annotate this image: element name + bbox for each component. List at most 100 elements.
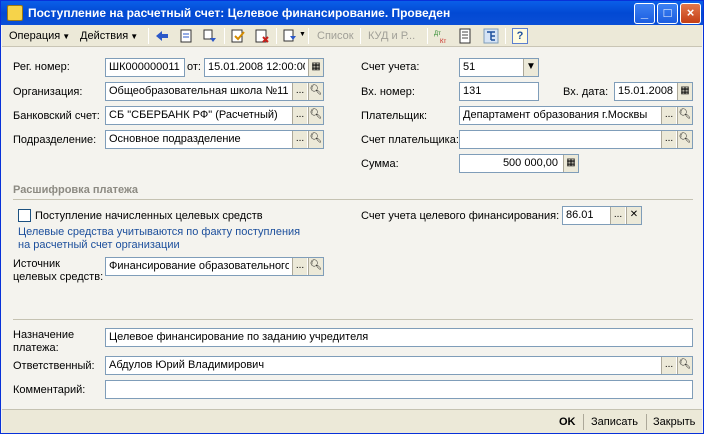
help-button[interactable]: ? bbox=[512, 28, 528, 44]
purpose-label-line1: Назначение bbox=[13, 329, 75, 341]
clear-icon[interactable]: ✕ bbox=[626, 207, 641, 224]
report-icon[interactable] bbox=[457, 28, 473, 44]
select-button[interactable]: ... bbox=[292, 83, 307, 100]
create-based-on-dropdown[interactable]: ▼ bbox=[299, 31, 306, 38]
kud-button[interactable]: КУД и Р... bbox=[368, 28, 415, 44]
responsible-value: Абдулов Юрий Владимирович bbox=[109, 359, 265, 371]
reg-number-label: Рег. номер: bbox=[13, 61, 70, 73]
chevron-down-icon[interactable]: ▼ bbox=[523, 59, 538, 76]
search-icon[interactable]: 🔍︎ bbox=[308, 107, 323, 124]
create-based-on-icon[interactable] bbox=[282, 28, 298, 44]
incoming-date-value: 15.01.2008 bbox=[618, 85, 674, 97]
source-value: Финансирование образовательного bbox=[109, 260, 289, 272]
accrued-note-line2: на расчетный счет организации bbox=[18, 239, 180, 251]
bank-account-field[interactable]: СБ "СБЕРБАНК РФ" (Расчетный)... 🔍︎ bbox=[105, 106, 324, 125]
reg-number-field[interactable]: ШК000000011 bbox=[105, 58, 185, 77]
search-icon[interactable]: 🔍︎ bbox=[677, 131, 692, 148]
ok-button[interactable]: OK bbox=[559, 414, 576, 430]
select-button[interactable]: ... bbox=[610, 207, 625, 224]
select-button[interactable]: ... bbox=[661, 131, 676, 148]
account-label: Счет учета: bbox=[361, 61, 420, 73]
document-window: Поступление на расчетный счет: Целевое ф… bbox=[0, 0, 704, 434]
document-icon bbox=[7, 5, 23, 21]
reg-number-value: ШК000000011 bbox=[109, 61, 180, 73]
search-icon[interactable]: 🔍︎ bbox=[677, 107, 692, 124]
close-button[interactable]: × bbox=[680, 3, 701, 24]
calendar-icon[interactable]: ▦ bbox=[677, 83, 692, 100]
sum-label: Сумма: bbox=[361, 158, 399, 170]
maximize-button[interactable]: □ bbox=[657, 3, 678, 24]
close-form-button[interactable]: Закрыть bbox=[653, 414, 695, 430]
accrued-checkbox[interactable] bbox=[18, 209, 31, 222]
division-label: Подразделение: bbox=[13, 134, 97, 146]
organization-value: Общеобразовательная школа №1131 bbox=[109, 85, 289, 97]
incoming-number-field[interactable]: 131 bbox=[459, 82, 539, 101]
incoming-date-label: Вх. дата: bbox=[563, 86, 609, 98]
document-view-icon[interactable] bbox=[178, 28, 194, 44]
purpose-label-line2: платежа: bbox=[13, 342, 59, 354]
select-button[interactable]: ... bbox=[661, 107, 676, 124]
payer-field[interactable]: Департамент образования г.Москвы... 🔍︎ bbox=[459, 106, 693, 125]
svg-text:Дт: Дт bbox=[434, 31, 441, 37]
structure-icon[interactable] bbox=[483, 28, 499, 44]
title-bar[interactable]: Поступление на расчетный счет: Целевое ф… bbox=[1, 1, 703, 25]
search-icon[interactable]: 🔍︎ bbox=[677, 357, 692, 374]
payer-account-field[interactable]: ... 🔍︎ bbox=[459, 130, 693, 149]
account-select[interactable]: 51 ▼ bbox=[459, 58, 539, 77]
source-label-line1: Источник bbox=[13, 258, 60, 270]
incoming-date-field[interactable]: 15.01.2008 ▦ bbox=[614, 82, 693, 101]
unpost-icon[interactable] bbox=[254, 28, 270, 44]
target-account-label: Счет учета целевого финансирования: bbox=[361, 210, 560, 222]
source-label-line2: целевых средств: bbox=[13, 271, 104, 283]
search-icon[interactable]: 🔍︎ bbox=[308, 83, 323, 100]
select-button[interactable]: ... bbox=[292, 131, 307, 148]
organization-label: Организация: bbox=[13, 86, 83, 98]
comment-field[interactable] bbox=[105, 380, 693, 399]
comment-label: Комментарий: bbox=[13, 384, 86, 396]
responsible-label: Ответственный: bbox=[13, 360, 95, 372]
back-arrow-icon[interactable] bbox=[154, 28, 170, 44]
swap-icon[interactable] bbox=[202, 28, 218, 44]
division-value: Основное подразделение bbox=[109, 133, 241, 145]
target-account-value: 86.01 bbox=[566, 209, 594, 221]
target-account-field[interactable]: 86.01... ✕ bbox=[562, 206, 642, 225]
organization-field[interactable]: Общеобразовательная школа №1131... 🔍︎ bbox=[105, 82, 324, 101]
select-button[interactable]: ... bbox=[292, 258, 307, 275]
calendar-icon[interactable]: ▦ bbox=[308, 59, 323, 76]
section-divider bbox=[13, 199, 693, 200]
toolbar: Операция ▼ Действия ▼ ▼ Список КУД и Р... … bbox=[2, 25, 702, 47]
bank-account-label: Банковский счет: bbox=[13, 110, 100, 122]
accrued-note-line1: Целевые средства учитываются по факту по… bbox=[18, 226, 301, 238]
accrued-checkbox-label: Поступление начисленных целевых средств bbox=[35, 210, 263, 222]
payer-account-label: Счет плательщика: bbox=[361, 134, 459, 146]
responsible-field[interactable]: Абдулов Юрий Владимирович... 🔍︎ bbox=[105, 356, 693, 375]
minimize-button[interactable]: _ bbox=[634, 3, 655, 24]
payer-value: Департамент образования г.Москвы bbox=[463, 109, 648, 121]
payment-breakdown-title: Расшифровка платежа bbox=[13, 184, 139, 196]
bottom-bar: OK Записать Закрыть bbox=[2, 409, 702, 433]
source-field[interactable]: Финансирование образовательного... 🔍︎ bbox=[105, 257, 324, 276]
incoming-number-label: Вх. номер: bbox=[361, 86, 415, 98]
date-field[interactable]: 15.01.2008 12:00:00 ▦ bbox=[204, 58, 324, 77]
divider bbox=[13, 319, 693, 320]
division-field[interactable]: Основное подразделение... 🔍︎ bbox=[105, 130, 324, 149]
operation-menu[interactable]: Операция ▼ bbox=[6, 28, 73, 44]
purpose-field[interactable]: Целевое финансирование по заданию учреди… bbox=[105, 328, 693, 347]
search-icon[interactable]: 🔍︎ bbox=[308, 258, 323, 275]
sum-field[interactable]: 500 000,00 ▦ bbox=[459, 154, 579, 173]
purpose-value: Целевое финансирование по заданию учреди… bbox=[109, 331, 369, 343]
list-button[interactable]: Список bbox=[317, 28, 354, 44]
select-button[interactable]: ... bbox=[292, 107, 307, 124]
select-button[interactable]: ... bbox=[661, 357, 676, 374]
post-icon[interactable] bbox=[230, 28, 246, 44]
window-title: Поступление на расчетный счет: Целевое ф… bbox=[28, 6, 451, 20]
search-icon[interactable]: 🔍︎ bbox=[308, 131, 323, 148]
actions-menu[interactable]: Действия ▼ bbox=[77, 28, 141, 44]
calculator-icon[interactable]: ▦ bbox=[563, 155, 578, 172]
operation-menu-label: Операция bbox=[9, 30, 61, 42]
save-button[interactable]: Записать bbox=[591, 414, 638, 430]
incoming-number-value: 131 bbox=[463, 85, 482, 97]
sum-value: 500 000,00 bbox=[502, 157, 558, 169]
actions-menu-label: Действия bbox=[80, 30, 129, 42]
dt-kt-icon[interactable]: Дт Кт bbox=[433, 28, 449, 44]
